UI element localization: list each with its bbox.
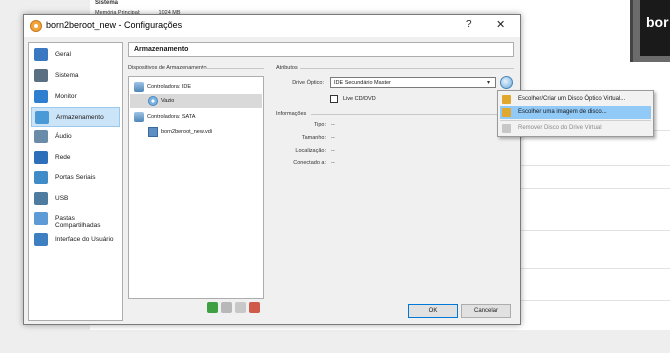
divider xyxy=(202,68,264,69)
serial-ports-icon xyxy=(34,171,48,184)
cancel-button[interactable]: Cancelar xyxy=(461,304,511,318)
close-button[interactable]: ✕ xyxy=(496,18,505,31)
menu-item-label: Escolher/Criar um Disco Óptico Virtual..… xyxy=(518,96,626,102)
hard-disk-icon xyxy=(148,127,158,137)
sidebar-item-label: Armazenamento xyxy=(56,114,104,121)
controller-icon xyxy=(134,112,144,122)
sidebar-item-interface-do-usuario[interactable]: Interface do Usuário xyxy=(31,230,120,250)
optical-drive-label: Drive Óptico: xyxy=(292,80,324,86)
shared-folders-icon xyxy=(34,212,48,225)
tree-item-label: born2beroot_new.vdi xyxy=(161,129,213,135)
user-interface-icon xyxy=(34,233,48,246)
vm-preview: bor xyxy=(640,0,670,56)
remove-disc-icon xyxy=(502,124,511,133)
info-label: Informações xyxy=(276,111,307,117)
tree-item-ide-controller[interactable]: Controladora: IDE xyxy=(130,80,262,94)
optical-disc-icon xyxy=(148,96,158,106)
live-cd-checkbox[interactable] xyxy=(330,95,338,103)
info-type-label: Tipo: xyxy=(313,122,326,128)
sidebar-item-usb[interactable]: USB xyxy=(31,189,120,209)
manager-footer xyxy=(90,330,670,353)
info-location-label: Localização: xyxy=(295,148,326,154)
settings-sidebar: Geral Sistema Monitor Armazenamento Áudi… xyxy=(28,42,123,321)
tree-item-sata-disk[interactable]: born2beroot_new.vdi xyxy=(130,125,262,139)
storage-icon xyxy=(35,111,49,124)
page-title-text: Armazenamento xyxy=(134,46,189,53)
divider xyxy=(520,268,670,269)
sidebar-item-pastas-compartilhadas[interactable]: Pastas Compartilhadas xyxy=(31,209,120,229)
settings-dialog: born2beroot_new - Configurações ? ✕ Gera… xyxy=(23,14,521,325)
sidebar-item-rede[interactable]: Rede xyxy=(31,148,120,168)
tree-item-label: Vazio xyxy=(161,98,175,104)
virtualbox-icon xyxy=(30,20,42,32)
sidebar-item-label: Rede xyxy=(55,154,71,161)
sidebar-item-armazenamento[interactable]: Armazenamento xyxy=(31,107,120,127)
storage-tree: Controladora: IDE Vazio Controladora: SA… xyxy=(128,76,264,299)
tree-item-label: Controladora: SATA xyxy=(147,114,196,120)
info-attached-value: -- xyxy=(331,160,335,166)
tree-item-empty-disc[interactable]: Vazio xyxy=(130,94,262,108)
info-type-value: -- xyxy=(331,122,335,128)
sidebar-item-label: Geral xyxy=(55,51,71,58)
menu-item-label: Escolher uma imagem de disco... xyxy=(518,109,607,115)
usb-icon xyxy=(34,192,48,205)
controller-icon xyxy=(134,82,144,92)
divider xyxy=(520,165,670,166)
info-location-value: -- xyxy=(331,148,335,154)
tree-item-label: Controladora: IDE xyxy=(147,84,192,90)
dialog-title: born2beroot_new - Configurações xyxy=(46,20,183,30)
info-attached-label: Conectado a: xyxy=(293,160,326,166)
menu-item-label: Remover Disco do Drive Virtual xyxy=(518,125,602,131)
chevron-down-icon: ▾ xyxy=(487,80,491,86)
help-button[interactable]: ? xyxy=(466,19,472,30)
add-controller-icon[interactable] xyxy=(207,302,218,313)
remove-controller-icon[interactable] xyxy=(221,302,232,313)
choose-disk-image-icon xyxy=(502,108,511,117)
divider xyxy=(520,188,670,189)
ok-button[interactable]: OK xyxy=(408,304,458,318)
vm-section-heading: Sistema xyxy=(95,0,119,6)
storage-devices-label: Dispositivos de Armazenamento xyxy=(128,65,207,71)
sidebar-item-label: USB xyxy=(55,195,69,202)
menu-item-choose-disk-image[interactable]: Escolher uma imagem de disco... xyxy=(500,106,651,119)
sidebar-item-audio[interactable]: Áudio xyxy=(31,127,120,147)
sidebar-item-label: Pastas Compartilhadas xyxy=(55,215,101,229)
info-size-value: -- xyxy=(331,135,335,141)
choose-disc-button[interactable] xyxy=(500,76,513,89)
add-attachment-icon[interactable] xyxy=(235,302,246,313)
general-icon xyxy=(34,48,48,61)
remove-attachment-icon[interactable] xyxy=(249,302,260,313)
sidebar-item-label: Portas Seriais xyxy=(55,174,96,181)
disc-popup-menu: Escolher/Criar um Disco Óptico Virtual..… xyxy=(497,90,654,137)
create-disc-icon xyxy=(502,95,511,104)
divider xyxy=(520,230,670,231)
sidebar-item-geral[interactable]: Geral xyxy=(31,45,120,65)
tree-item-sata-controller[interactable]: Controladora: SATA xyxy=(130,110,262,124)
system-icon xyxy=(34,69,48,82)
optical-drive-select[interactable]: IDE Secundário Master ▾ xyxy=(330,77,496,88)
optical-drive-value: IDE Secundário Master xyxy=(334,80,391,86)
title-bar[interactable]: born2beroot_new - Configurações ? ✕ xyxy=(24,15,520,37)
audio-icon xyxy=(34,130,48,143)
sidebar-item-portas-seriais[interactable]: Portas Seriais xyxy=(31,168,120,188)
divider xyxy=(311,114,514,115)
network-icon xyxy=(34,151,48,164)
divider xyxy=(520,300,670,301)
sidebar-item-label: Interface do Usuário xyxy=(55,236,114,243)
sidebar-item-sistema[interactable]: Sistema xyxy=(31,66,120,86)
attributes-label: Atributos xyxy=(276,65,298,71)
sidebar-item-label: Sistema xyxy=(55,72,79,79)
live-cd-label: Live CD/DVD xyxy=(343,96,376,102)
sidebar-item-label: Áudio xyxy=(55,133,72,140)
page-title: Armazenamento xyxy=(128,42,514,57)
monitor-icon xyxy=(34,90,48,103)
info-size-label: Tamanho: xyxy=(301,135,326,141)
sidebar-item-label: Monitor xyxy=(55,93,77,100)
divider xyxy=(300,68,514,69)
menu-separator xyxy=(500,120,651,121)
menu-item-create-disc[interactable]: Escolher/Criar um Disco Óptico Virtual..… xyxy=(500,93,651,106)
menu-item-remove-disc[interactable]: Remover Disco do Drive Virtual xyxy=(500,122,651,135)
sidebar-item-monitor[interactable]: Monitor xyxy=(31,87,120,107)
